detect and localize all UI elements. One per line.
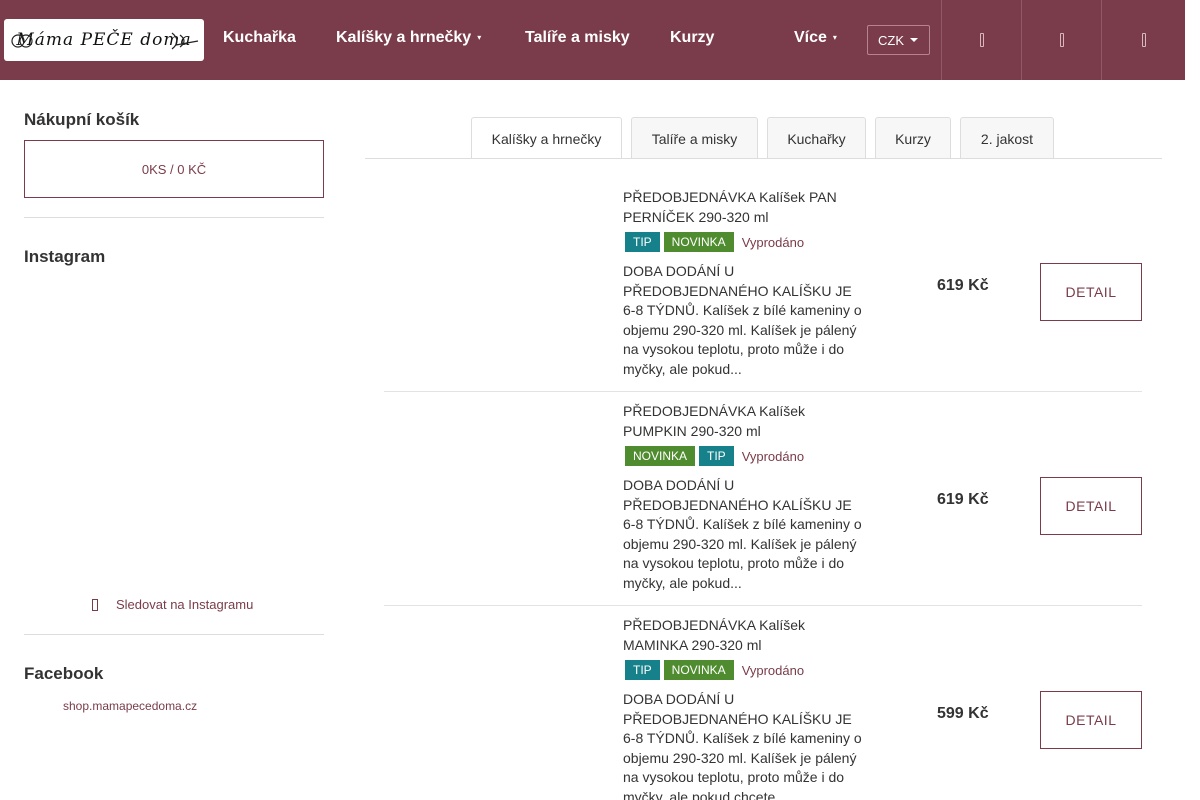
stock-status: Vyprodáno	[741, 234, 805, 250]
product-title[interactable]: PŘEDOBJEDNÁVKA Kalíšek PUMPKIN 290-320 m…	[623, 401, 863, 441]
product-description: DOBA DODÁNÍ U PŘEDOBJEDNANÉHO KALÍŠKU JE…	[623, 477, 862, 591]
product-badges: TIP NOVINKA Vyprodáno	[625, 660, 804, 680]
product-row: PŘEDOBJEDNÁVKA Kalíšek MAMINKA 290-320 m…	[384, 615, 1142, 800]
instagram-icon	[92, 598, 98, 611]
search-icon	[979, 33, 984, 47]
badge-novinka: NOVINKA	[663, 232, 734, 252]
product-price: 599 Kč	[937, 705, 989, 722]
nav-kucharka[interactable]: Kuchařka	[223, 29, 296, 47]
sidebar-divider	[24, 634, 324, 635]
product-description: DOBA DODÁNÍ U PŘEDOBJEDNANÉHO KALÍŠKU JE…	[623, 263, 862, 377]
facebook-title: Facebook	[24, 664, 104, 683]
nav-kurzy[interactable]: Kurzy	[670, 29, 714, 47]
cart-summary: 0KS / 0 KČ	[141, 161, 207, 177]
user-icon	[1059, 33, 1064, 47]
product-price: 619 Kč	[937, 277, 989, 294]
product-separator	[384, 391, 1142, 392]
product-row: PŘEDOBJEDNÁVKA Kalíšek PAN PERNÍČEK 290-…	[384, 187, 1142, 401]
cart-button[interactable]	[1101, 0, 1185, 80]
tab-kalisky[interactable]: Kalíšky a hrnečky	[471, 117, 622, 159]
tab-kucharky[interactable]: Kuchařky	[767, 117, 866, 159]
detail-button[interactable]: DETAIL	[1040, 691, 1142, 749]
instagram-follow-link[interactable]: Sledovat na Instagramu	[92, 597, 253, 612]
stock-status: Vyprodáno	[741, 662, 805, 678]
nav-vice-label: Více	[794, 29, 827, 46]
product-title[interactable]: PŘEDOBJEDNÁVKA Kalíšek PAN PERNÍČEK 290-…	[623, 187, 863, 227]
product-title[interactable]: PŘEDOBJEDNÁVKA Kalíšek MAMINKA 290-320 m…	[623, 615, 863, 655]
product-price: 619 Kč	[937, 491, 989, 508]
nav-vice[interactable]: Více ▾	[794, 29, 837, 47]
account-button[interactable]	[1021, 0, 1101, 80]
stock-status: Vyprodáno	[741, 448, 805, 464]
scrollbar-track[interactable]	[1185, 0, 1200, 800]
nav-kalisky-label: Kalíšky a hrnečky	[336, 29, 472, 46]
product-badges: TIP NOVINKA Vyprodáno	[625, 232, 804, 252]
chevron-down-icon: ▾	[477, 33, 482, 43]
nav-talire[interactable]: Talíře a misky	[525, 29, 630, 47]
search-button[interactable]	[941, 0, 1021, 80]
tab-2-jakost[interactable]: 2. jakost	[960, 117, 1054, 159]
product-separator	[384, 605, 1142, 606]
badge-novinka: NOVINKA	[625, 446, 696, 466]
badge-tip: TIP	[625, 232, 660, 252]
product-description: DOBA DODÁNÍ U PŘEDOBJEDNANÉHO KALÍŠKU JE…	[623, 691, 862, 800]
caret-down-icon	[910, 38, 918, 42]
instagram-title: Instagram	[24, 247, 106, 266]
header-bar: Máma PEČE doma Kuchařka Kalíšky a hrnečk…	[0, 0, 1185, 80]
instagram-follow-label: Sledovat na Instagramu	[116, 597, 254, 612]
cart-summary-box[interactable]: 0KS / 0 KČ	[24, 140, 324, 198]
currency-value: CZK	[878, 32, 904, 48]
badge-tip: TIP	[699, 446, 734, 466]
logo-whisk-icon	[11, 32, 199, 50]
detail-button[interactable]: DETAIL	[1040, 263, 1142, 321]
tab-talire[interactable]: Talíře a misky	[631, 117, 758, 159]
currency-select[interactable]: CZK	[867, 25, 930, 55]
tabs-underline	[365, 158, 1162, 159]
detail-button[interactable]: DETAIL	[1040, 477, 1142, 535]
chevron-down-icon: ▾	[832, 33, 837, 43]
tab-kurzy[interactable]: Kurzy	[875, 117, 951, 159]
facebook-page-link[interactable]: shop.mamapecedoma.cz	[63, 699, 197, 713]
cart-icon	[1141, 33, 1146, 47]
product-row: PŘEDOBJEDNÁVKA Kalíšek PUMPKIN 290-320 m…	[384, 401, 1142, 615]
cart-title: Nákupní košík	[24, 110, 140, 129]
badge-novinka: NOVINKA	[663, 660, 734, 680]
site-logo[interactable]: Máma PEČE doma	[4, 19, 204, 61]
nav-kalisky[interactable]: Kalíšky a hrnečky ▾	[336, 29, 481, 47]
product-badges: NOVINKA TIP Vyprodáno	[625, 446, 804, 466]
sidebar-divider	[24, 217, 324, 218]
badge-tip: TIP	[625, 660, 660, 680]
